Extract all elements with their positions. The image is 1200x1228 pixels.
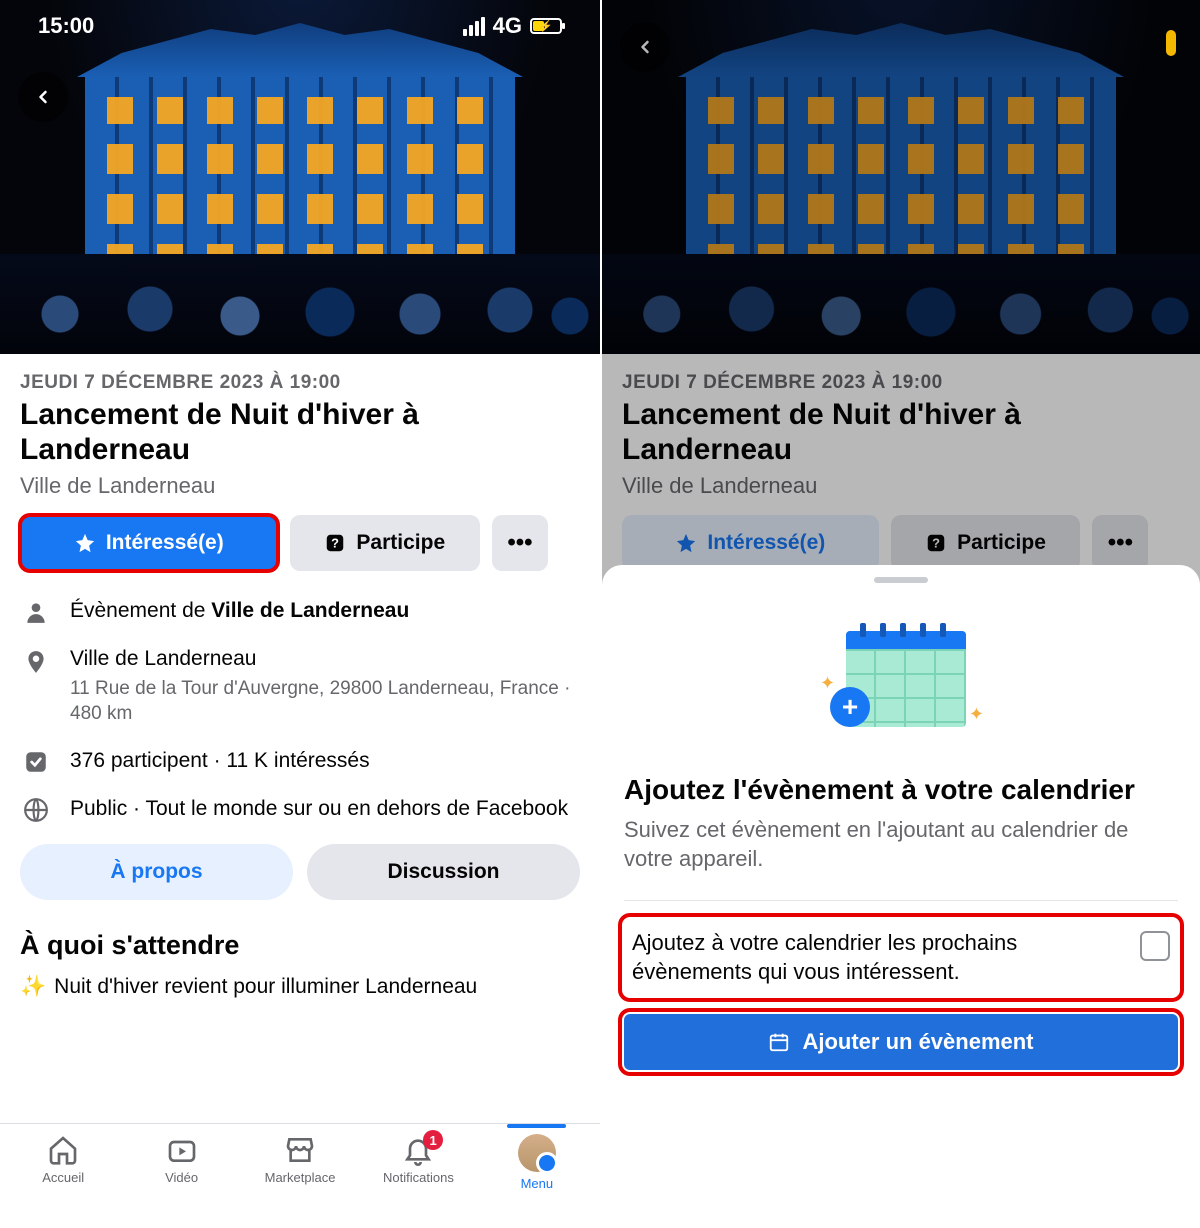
more-button[interactable]: ••• bbox=[492, 515, 548, 571]
battery-icon: ⚡ bbox=[530, 18, 562, 34]
checkbox[interactable] bbox=[1140, 931, 1170, 961]
detail-host[interactable]: Évènement de Ville de Landerneau bbox=[20, 597, 580, 625]
event-date: JEUDI 7 DÉCEMBRE 2023 À 19:00 bbox=[20, 372, 580, 394]
star-icon bbox=[74, 532, 96, 554]
event-organizer[interactable]: Ville de Landerneau bbox=[20, 473, 580, 499]
calendar-illustration: + ✦ ✦ bbox=[624, 623, 1178, 733]
divider bbox=[624, 900, 1178, 901]
status-time: 15:00 bbox=[38, 13, 94, 39]
sparkle-icon: ✨ bbox=[20, 975, 46, 999]
detail-location[interactable]: Ville de Landerneau 11 Rue de la Tour d'… bbox=[20, 645, 580, 727]
avatar-icon bbox=[518, 1134, 556, 1172]
tab-discussion[interactable]: Discussion bbox=[307, 844, 580, 900]
nav-video[interactable]: Vidéo bbox=[122, 1134, 240, 1185]
svg-text:?: ? bbox=[332, 536, 340, 551]
event-title: Lancement de Nuit d'hiver à Landerneau bbox=[20, 398, 580, 467]
nav-marketplace[interactable]: Marketplace bbox=[241, 1134, 359, 1185]
expect-line: ✨ Nuit d'hiver revient pour illuminer La… bbox=[20, 975, 580, 999]
pin-icon bbox=[23, 647, 49, 677]
phone-right: JEUDI 7 DÉCEMBRE 2023 À 19:00 Lancement … bbox=[600, 0, 1200, 1228]
plus-icon: + bbox=[830, 687, 870, 727]
sheet-grip[interactable] bbox=[874, 577, 928, 583]
sheet-title: Ajoutez l'évènement à votre calendrier bbox=[624, 773, 1178, 807]
phone-left: 15:00 4G ⚡ JEUDI 7 DÉCEMBRE 2023 À 19:00… bbox=[0, 0, 600, 1228]
check-icon bbox=[23, 749, 49, 775]
nav-home[interactable]: Accueil bbox=[4, 1134, 122, 1185]
tab-row: À propos Discussion bbox=[20, 844, 580, 900]
calendar-sheet: + ✦ ✦ Ajoutez l'évènement à votre calend… bbox=[602, 565, 1200, 1228]
network-label: 4G bbox=[493, 13, 522, 39]
interested-button[interactable]: Intéressé(e) bbox=[20, 515, 278, 571]
question-icon: ? bbox=[324, 532, 346, 554]
home-icon bbox=[47, 1134, 79, 1166]
globe-icon bbox=[23, 797, 49, 823]
going-button[interactable]: ? Participe bbox=[290, 515, 480, 571]
bottom-nav: Accueil Vidéo Marketplace 1 Notification… bbox=[0, 1123, 600, 1228]
nav-menu[interactable]: Menu bbox=[478, 1134, 596, 1191]
add-event-button[interactable]: Ajouter un évènement bbox=[624, 1014, 1178, 1070]
notification-badge: 1 bbox=[423, 1130, 443, 1150]
detail-privacy: Public · Tout le monde sur ou en dehors … bbox=[20, 795, 580, 823]
signal-icon bbox=[463, 17, 485, 36]
status-bar: 15:00 4G ⚡ bbox=[0, 0, 600, 52]
tab-about[interactable]: À propos bbox=[20, 844, 293, 900]
accent-dot bbox=[1166, 30, 1176, 56]
event-cover: 15:00 4G ⚡ bbox=[0, 0, 600, 354]
shop-icon bbox=[284, 1134, 316, 1166]
nav-notifications[interactable]: 1 Notifications bbox=[359, 1134, 477, 1185]
person-icon bbox=[23, 599, 49, 625]
detail-attendance[interactable]: 376 participent · 11 K intéressés bbox=[20, 747, 580, 775]
sheet-subtitle: Suivez cet évènement en l'ajoutant au ca… bbox=[624, 815, 1178, 874]
action-row: Intéressé(e) ? Participe ••• bbox=[20, 515, 580, 571]
back-button[interactable] bbox=[18, 72, 68, 122]
expect-heading: À quoi s'attendre bbox=[20, 930, 580, 961]
auto-add-checkbox-row[interactable]: Ajoutez à votre calendrier les prochains… bbox=[624, 919, 1178, 996]
calendar-icon bbox=[768, 1031, 790, 1053]
video-icon bbox=[166, 1134, 198, 1166]
